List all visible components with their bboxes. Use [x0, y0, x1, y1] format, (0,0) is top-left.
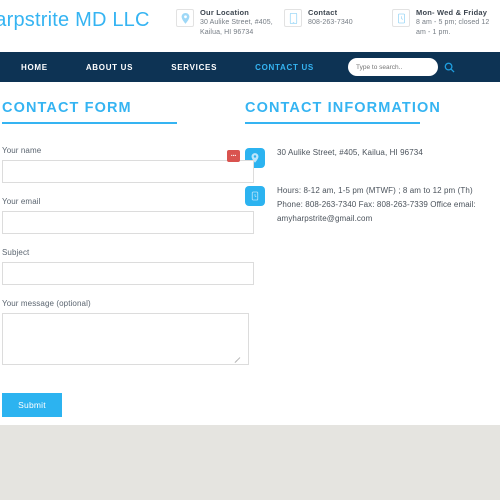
header-info-hours-desc: 8 am - 5 pm; closed 12 am - 1 pm. — [416, 19, 490, 36]
contact-form-title-rule — [2, 122, 177, 124]
label-your-email: Your email — [2, 197, 41, 206]
header-info-hours-title: Mon- Wed & Friday — [416, 8, 488, 17]
nav-links: HOME ABOUT US SERVICES CONTACT US — [2, 63, 333, 72]
main-content: CONTACT FORM Your name ··· Your email Su… — [0, 82, 500, 427]
header-info-contact-text: Contact 808-263-7340 — [308, 8, 353, 37]
contact-form-column: CONTACT FORM Your name ··· Your email Su… — [0, 100, 254, 427]
contact-form: Your name ··· Your email Subject Your me… — [2, 146, 254, 417]
search-input[interactable] — [356, 63, 444, 71]
header-info-contact-title: Contact — [308, 8, 338, 17]
name-error-badge[interactable]: ··· — [227, 150, 240, 162]
nav-item-contact-us[interactable]: CONTACT US — [236, 63, 333, 72]
nav-item-about-us[interactable]: ABOUT US — [67, 63, 152, 72]
contact-info-address-text: 30 Aulike Street, #405, Kailua, HI 96734 — [277, 148, 423, 157]
phone-icon — [284, 9, 302, 27]
header-info-blocks: Our Location 30 Aulike Street, #405, Kai… — [176, 6, 500, 37]
map-pin-icon — [176, 9, 194, 27]
header-info-contact: Contact 808-263-7340 — [284, 8, 392, 37]
header-info-location-text: Our Location 30 Aulike Street, #405, Kai… — [200, 8, 284, 37]
main-navigation: HOME ABOUT US SERVICES CONTACT US — [0, 52, 500, 82]
site-logo[interactable]: Amy B Harpstrite MD LLC — [0, 6, 176, 32]
search-icon[interactable] — [444, 62, 455, 73]
input-your-email[interactable] — [2, 211, 254, 234]
contact-info-hours-text: Hours: 8-12 am, 1-5 pm (MTWF) ; 8 am to … — [277, 186, 476, 223]
clock-icon — [245, 186, 265, 206]
name-error-badge-text: ··· — [230, 152, 237, 160]
contact-form-title: CONTACT FORM — [2, 100, 132, 116]
clock-icon — [392, 9, 410, 27]
search-box[interactable] — [348, 58, 455, 76]
contact-information-title: CONTACT INFORMATION — [245, 100, 441, 116]
nav-item-home[interactable]: HOME — [2, 63, 67, 72]
field-subject: Subject — [2, 248, 254, 285]
field-your-email: Your email — [2, 197, 254, 234]
header-info-location-desc: 30 Aulike Street, #405, Kailua, HI 96734 — [200, 19, 273, 36]
site-footer — [0, 425, 500, 500]
input-your-message[interactable] — [2, 313, 249, 365]
page-container: Amy B Harpstrite MD LLC Our Location 30 … — [0, 0, 500, 427]
field-your-name: Your name ··· — [2, 146, 254, 183]
field-your-message: Your message (optional) — [2, 299, 249, 365]
input-your-name[interactable] — [2, 160, 254, 183]
submit-button[interactable]: Submit — [2, 393, 62, 417]
input-subject[interactable] — [2, 262, 254, 285]
contact-info-address-row: 30 Aulike Street, #405, Kailua, HI 96734 — [245, 146, 500, 168]
site-header: Amy B Harpstrite MD LLC Our Location 30 … — [0, 0, 500, 52]
header-info-contact-desc: 808-263-7340 — [308, 19, 353, 27]
contact-info-hours-row: Hours: 8-12 am, 1-5 pm (MTWF) ; 8 am to … — [245, 184, 500, 226]
label-subject: Subject — [2, 248, 30, 257]
contact-information-title-rule — [245, 122, 420, 124]
header-info-hours: Mon- Wed & Friday 8 am - 5 pm; closed 12… — [392, 8, 500, 37]
nav-item-services[interactable]: SERVICES — [152, 63, 236, 72]
header-info-location-title: Our Location — [200, 8, 250, 17]
header-info-location: Our Location 30 Aulike Street, #405, Kai… — [176, 8, 284, 37]
label-your-name: Your name — [2, 146, 42, 155]
header-info-hours-text: Mon- Wed & Friday 8 am - 5 pm; closed 12… — [416, 8, 500, 37]
label-your-message: Your message (optional) — [2, 299, 91, 308]
contact-information-column: CONTACT INFORMATION 30 Aulike Street, #4… — [245, 100, 500, 427]
